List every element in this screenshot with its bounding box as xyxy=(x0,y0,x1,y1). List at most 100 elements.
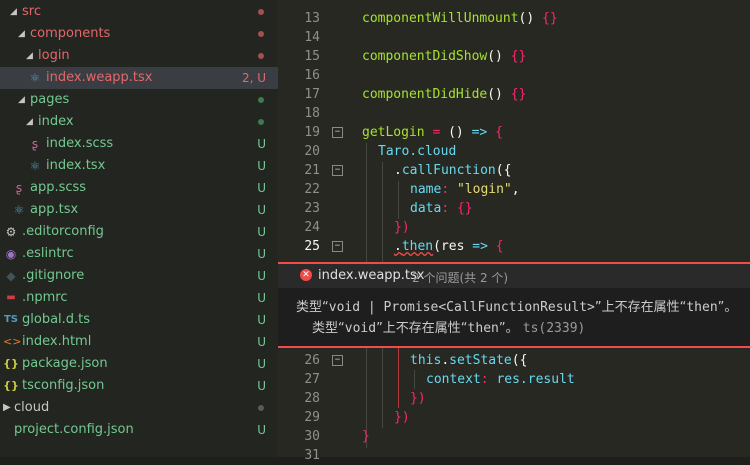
tree-item-login[interactable]: ◢ login xyxy=(0,45,278,67)
token: () xyxy=(487,87,503,102)
tree-item-app-scss[interactable]: ʂ app.scss U xyxy=(0,177,278,199)
code-line: .callFunction({ xyxy=(394,161,511,180)
code-line: } xyxy=(362,427,370,446)
method-name: getLogin xyxy=(362,125,425,140)
error-token: then xyxy=(401,239,434,254)
tree-item-gitignore[interactable]: ◆ .gitignore U xyxy=(0,265,278,287)
tree-item-label: components xyxy=(30,26,111,41)
modified-dot-icon xyxy=(258,31,264,37)
tree-item-label: tsconfig.json xyxy=(22,378,105,393)
tree-item-package-json[interactable]: {} package.json U xyxy=(0,353,278,375)
token: (res xyxy=(433,239,465,254)
token: , xyxy=(511,182,520,197)
tree-item-label: app.tsx xyxy=(30,202,79,217)
code-line: this.setState({ xyxy=(410,351,527,370)
collapsed-arrow-icon[interactable]: ▶ xyxy=(3,397,11,419)
code-editor[interactable]: 13 14 15 16 17 18 19 20 21 22 23 24 25 2… xyxy=(278,0,750,463)
code-line: componentWillUnmount() {} xyxy=(362,9,558,28)
tree-item-npmrc[interactable]: ▬ .npmrc U xyxy=(0,287,278,309)
line-number: 20 xyxy=(304,144,320,159)
npm-icon: ▬ xyxy=(6,292,16,303)
token: Taro.cloud xyxy=(378,144,457,159)
tree-item-label: login xyxy=(38,48,70,63)
git-status-badge: U xyxy=(257,269,266,283)
git-status-badge: U xyxy=(257,247,266,261)
indent-guide xyxy=(398,344,399,408)
tree-item-index-scss[interactable]: ʂ index.scss U xyxy=(0,133,278,155)
tree-item-global-d-ts[interactable]: TS global.d.ts U xyxy=(0,309,278,331)
token: {} xyxy=(456,201,473,216)
json-icon: {} xyxy=(3,357,19,370)
tree-item-cloud[interactable]: ▶ cloud xyxy=(0,397,278,419)
peek-filename[interactable]: index.weapp.tsx xyxy=(318,268,425,283)
tree-item-app-tsx[interactable]: ⚛ app.tsx U xyxy=(0,199,278,221)
token: }) xyxy=(410,391,426,406)
tree-item-index-tsx[interactable]: ⚛ index.tsx U xyxy=(0,155,278,177)
token: () xyxy=(487,49,503,64)
tree-item-index-folder[interactable]: ◢ index xyxy=(0,111,278,133)
token: }) xyxy=(394,410,410,425)
token: context xyxy=(426,372,481,387)
tree-item-pages[interactable]: ◢ pages xyxy=(0,89,278,111)
line-number: 30 xyxy=(304,429,320,444)
modified-dot-icon xyxy=(258,53,264,59)
tree-item-index-html[interactable]: <> index.html U xyxy=(0,331,278,353)
line-number: 17 xyxy=(304,87,320,102)
method-name: componentWillUnmount xyxy=(362,11,519,26)
tree-item-label: index.html xyxy=(22,334,92,349)
expand-arrow-icon[interactable]: ◢ xyxy=(18,89,25,111)
expand-arrow-icon[interactable]: ◢ xyxy=(26,111,33,133)
token: this xyxy=(410,353,442,368)
error-icon: ✕ xyxy=(300,269,312,281)
problem-peek-panel: ✕ index.weapp.tsx 2 个问题(共 2 个) 类型“void |… xyxy=(278,262,750,348)
fold-toggle-icon[interactable]: − xyxy=(332,127,343,138)
fold-toggle-icon[interactable]: − xyxy=(332,355,343,366)
expand-arrow-icon[interactable]: ◢ xyxy=(26,45,33,67)
fold-toggle-icon[interactable]: − xyxy=(332,165,343,176)
token: callFunction xyxy=(401,163,496,178)
token: } xyxy=(362,429,370,444)
tree-item-label: app.scss xyxy=(30,180,87,195)
tree-item-src[interactable]: ◢ src xyxy=(0,1,278,23)
tree-item-project-config-json[interactable]: project.config.json U xyxy=(0,419,278,441)
token: () xyxy=(448,125,464,140)
token: ({ xyxy=(511,353,528,368)
msg-code: void xyxy=(344,321,377,336)
git-status-badge: U xyxy=(257,181,266,195)
tree-item-label: index xyxy=(38,114,74,129)
indent-guide xyxy=(382,344,383,428)
tree-item-components[interactable]: ◢ components xyxy=(0,23,278,45)
token: => xyxy=(463,125,496,140)
line-number: 25 xyxy=(304,239,320,254)
code-line: }) xyxy=(394,218,410,237)
code-line: data: {} xyxy=(410,199,473,218)
tree-item-label: .eslintrc xyxy=(22,246,74,261)
line-number: 26 xyxy=(304,353,320,368)
tree-item-label: src xyxy=(22,4,41,19)
line-number: 15 xyxy=(304,49,320,64)
git-status-badge: U xyxy=(257,137,266,151)
token: : xyxy=(441,182,457,197)
tree-item-label: .gitignore xyxy=(22,268,85,283)
token: ({ xyxy=(495,163,512,178)
msg-code: then xyxy=(467,321,499,336)
token: {} xyxy=(510,49,527,64)
method-name: componentDidHide xyxy=(362,87,488,102)
status-dot-icon xyxy=(258,405,264,411)
error-message: 类型“void | Promise<CallFunctionResult>”上不… xyxy=(296,296,737,315)
token: . xyxy=(394,239,402,254)
git-status-badge: U xyxy=(257,313,266,327)
tree-item-tsconfig-json[interactable]: {} tsconfig.json U xyxy=(0,375,278,397)
git-status-badge: U xyxy=(257,159,266,173)
tree-item-index-weapp-tsx[interactable]: ⚛ index.weapp.tsx 2, U xyxy=(0,67,278,89)
html-icon: <> xyxy=(3,335,22,348)
token: = xyxy=(424,125,449,140)
fold-toggle-icon[interactable]: − xyxy=(332,241,343,252)
tree-item-label: project.config.json xyxy=(14,422,134,437)
tree-item-editorconfig[interactable]: ⚙ .editorconfig U xyxy=(0,221,278,243)
tree-item-eslintrc[interactable]: ◉ .eslintrc U xyxy=(0,243,278,265)
explorer-sidebar: ◢ src ◢ components ◢ login ⚛ index.weapp… xyxy=(0,0,278,457)
expand-arrow-icon[interactable]: ◢ xyxy=(18,23,25,45)
expand-arrow-icon[interactable]: ◢ xyxy=(10,1,17,23)
code-line: Taro.cloud xyxy=(378,142,456,161)
